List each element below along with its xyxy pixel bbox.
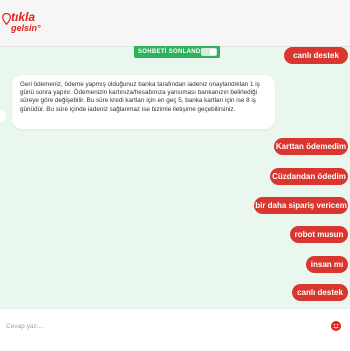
user-message: Cüzdandan ödedim	[270, 168, 348, 185]
location-pin-icon	[2, 13, 11, 25]
end-chat-button[interactable]: SOHBETİ SONLANDIR	[134, 46, 220, 58]
toggle-knob	[210, 49, 216, 55]
emoji-icon[interactable]	[331, 321, 341, 331]
bot-bubble-tail	[0, 110, 6, 122]
logo-text-line1: tıkla	[11, 10, 36, 24]
user-message: canlı destek	[284, 47, 348, 64]
chat-app: tıkla gelsin° SOHBETİ SONLANDIR canlı de…	[0, 0, 350, 351]
user-message: insan mı	[306, 256, 348, 273]
logo-text-line2: gelsin°	[11, 23, 41, 33]
bot-message-text: Geri ödemeniz, ödeme yapmış olduğunuz ba…	[20, 81, 260, 113]
logo: tıkla gelsin°	[2, 10, 50, 36]
end-chat-toggle[interactable]	[201, 48, 217, 56]
header: tıkla gelsin°	[0, 0, 350, 47]
bot-message: Geri ödemeniz, ödeme yapmış olduğunuz ba…	[12, 75, 275, 129]
user-message: Karttan ödemedim	[274, 138, 348, 155]
emoji-face-icon	[333, 324, 339, 329]
composer	[0, 308, 350, 351]
user-message: bir daha sipariş vericem	[254, 197, 348, 214]
user-message: canlı destek	[292, 284, 348, 301]
reply-input[interactable]	[4, 315, 318, 337]
end-chat-label: SOHBETİ SONLANDIR	[138, 49, 208, 55]
user-message: robot musun	[290, 226, 348, 243]
